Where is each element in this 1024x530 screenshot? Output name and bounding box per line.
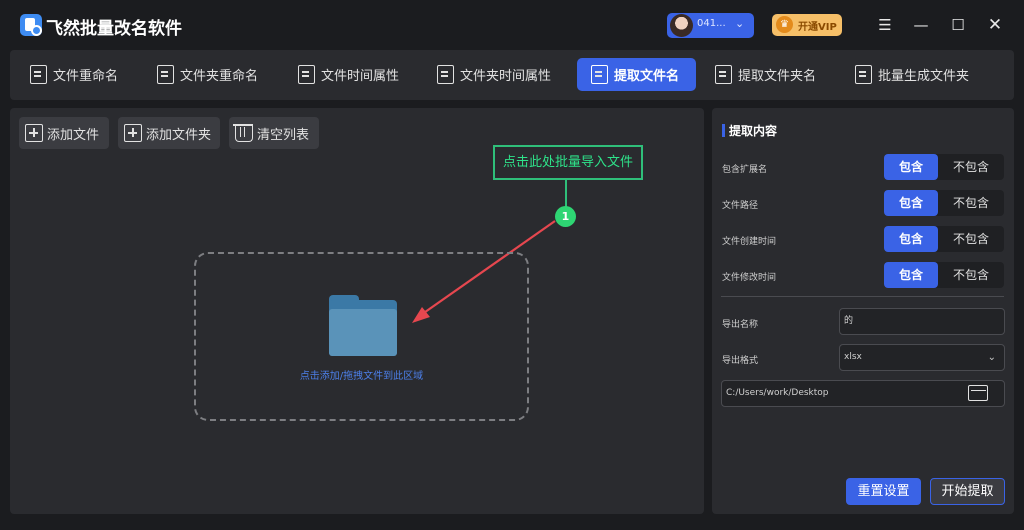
- vip-label: 开通VIP: [798, 22, 837, 33]
- option-label-path: 文件路径: [722, 201, 759, 211]
- clear-list-label: 清空列表: [257, 127, 310, 143]
- tab-label: 提取文件名: [614, 69, 680, 84]
- tab-label: 文件夹重命名: [180, 69, 259, 84]
- chevron-down-icon: ⌄: [735, 17, 745, 30]
- toggle-path: 包含 不包含: [884, 190, 1004, 216]
- file-rename-icon: [30, 65, 47, 84]
- maximize-icon[interactable]: ☐: [947, 14, 969, 36]
- start-extract-button[interactable]: 开始提取: [930, 478, 1005, 505]
- tab-label: 提取文件夹名: [738, 69, 817, 84]
- folder-clock-icon: [437, 65, 454, 84]
- option-label-modified: 文件修改时间: [722, 273, 777, 283]
- tab-folder-time[interactable]: 文件夹时间属性: [437, 58, 567, 91]
- exclude-button[interactable]: 不包含: [938, 154, 1004, 180]
- toggle-modified: 包含 不包含: [884, 262, 1004, 288]
- export-format-label: 导出格式: [722, 356, 759, 366]
- tab-batch-create-folders[interactable]: 批量生成文件夹: [855, 58, 980, 91]
- user-account-button[interactable]: 041... ⌄: [667, 13, 754, 38]
- tab-folder-rename[interactable]: 文件夹重命名: [157, 58, 272, 91]
- app-title: 飞然批量改名软件: [46, 19, 182, 39]
- reset-settings-button[interactable]: 重置设置: [846, 478, 921, 505]
- drop-zone-label: 点击添加/拖拽文件到此区域: [299, 371, 424, 382]
- folder-open-icon[interactable]: [968, 385, 988, 401]
- include-button[interactable]: 包含: [884, 262, 938, 288]
- user-name: 041...: [697, 18, 726, 29]
- toggle-created: 包含 不包含: [884, 226, 1004, 252]
- include-button[interactable]: 包含: [884, 226, 938, 252]
- gear-folder-icon: [855, 65, 872, 84]
- section-title: 提取内容: [729, 124, 778, 138]
- tab-label: 批量生成文件夹: [878, 69, 970, 84]
- add-folder-button[interactable]: 添加文件夹: [118, 117, 220, 149]
- avatar: [670, 14, 693, 37]
- tab-label: 文件重命名: [53, 69, 119, 84]
- crown-icon: ♛: [776, 16, 793, 33]
- tab-extract-foldernames[interactable]: 提取文件夹名: [715, 58, 830, 91]
- export-format-select[interactable]: xlsx ⌄: [839, 344, 1005, 371]
- option-label-created: 文件创建时间: [722, 237, 777, 247]
- section-accent: [722, 124, 725, 137]
- exclude-button[interactable]: 不包含: [938, 226, 1004, 252]
- include-button[interactable]: 包含: [884, 190, 938, 216]
- chevron-down-icon: ⌄: [987, 352, 996, 363]
- tab-file-time[interactable]: 文件时间属性: [298, 58, 418, 91]
- vip-button[interactable]: ♛ 开通VIP: [772, 14, 842, 36]
- tab-bar: 文件重命名 文件夹重命名 文件时间属性 文件夹时间属性 提取文件名 提取文件夹名…: [10, 50, 1014, 100]
- close-icon[interactable]: ✕: [984, 14, 1006, 36]
- title-bar: 飞然批量改名软件 041... ⌄ ♛ 开通VIP ☰ — ☐ ✕: [0, 0, 1024, 50]
- file-list-panel: 添加文件 添加文件夹 清空列表 点击此处批量导入文件 1 点击添加/拖拽文件到此…: [10, 108, 704, 514]
- divider: [721, 296, 1004, 297]
- guide-tooltip: 点击此处批量导入文件: [493, 145, 643, 180]
- tab-extract-filenames[interactable]: 提取文件名: [577, 58, 696, 91]
- minimize-icon[interactable]: —: [910, 14, 932, 36]
- folder-icon-front: [329, 309, 397, 356]
- extract-file-icon: [591, 65, 608, 84]
- clear-list-button[interactable]: 清空列表: [229, 117, 319, 149]
- add-file-icon: [25, 124, 43, 142]
- export-path-field[interactable]: C:/Users/work/Desktop: [721, 380, 1005, 407]
- add-folder-icon: [124, 124, 142, 142]
- basket-icon: [233, 124, 253, 142]
- add-file-button[interactable]: 添加文件: [19, 117, 109, 149]
- terminal-icon: [157, 65, 174, 84]
- drop-zone[interactable]: 点击添加/拖拽文件到此区域: [194, 252, 529, 421]
- exclude-button[interactable]: 不包含: [938, 190, 1004, 216]
- extract-settings-panel: 提取内容 包含扩展名 包含 不包含 文件路径 包含 不包含 文件创建时间 包含 …: [712, 108, 1014, 514]
- tab-file-rename[interactable]: 文件重命名: [30, 58, 130, 91]
- guide-connector: [565, 180, 567, 207]
- export-name-label: 导出名称: [722, 320, 759, 330]
- option-label-extension: 包含扩展名: [722, 165, 768, 175]
- tab-label: 文件时间属性: [321, 69, 400, 84]
- export-format-value: xlsx: [844, 352, 862, 362]
- include-button[interactable]: 包含: [884, 154, 938, 180]
- tab-label: 文件夹时间属性: [460, 69, 552, 84]
- menu-icon[interactable]: ☰: [874, 14, 896, 36]
- toggle-extension: 包含 不包含: [884, 154, 1004, 180]
- extract-folder-icon: [715, 65, 732, 84]
- add-file-label: 添加文件: [47, 127, 100, 143]
- export-name-input[interactable]: 的: [839, 308, 1005, 335]
- app-logo-icon: [20, 14, 42, 36]
- file-clock-icon: [298, 65, 315, 84]
- add-folder-label: 添加文件夹: [146, 127, 212, 143]
- exclude-button[interactable]: 不包含: [938, 262, 1004, 288]
